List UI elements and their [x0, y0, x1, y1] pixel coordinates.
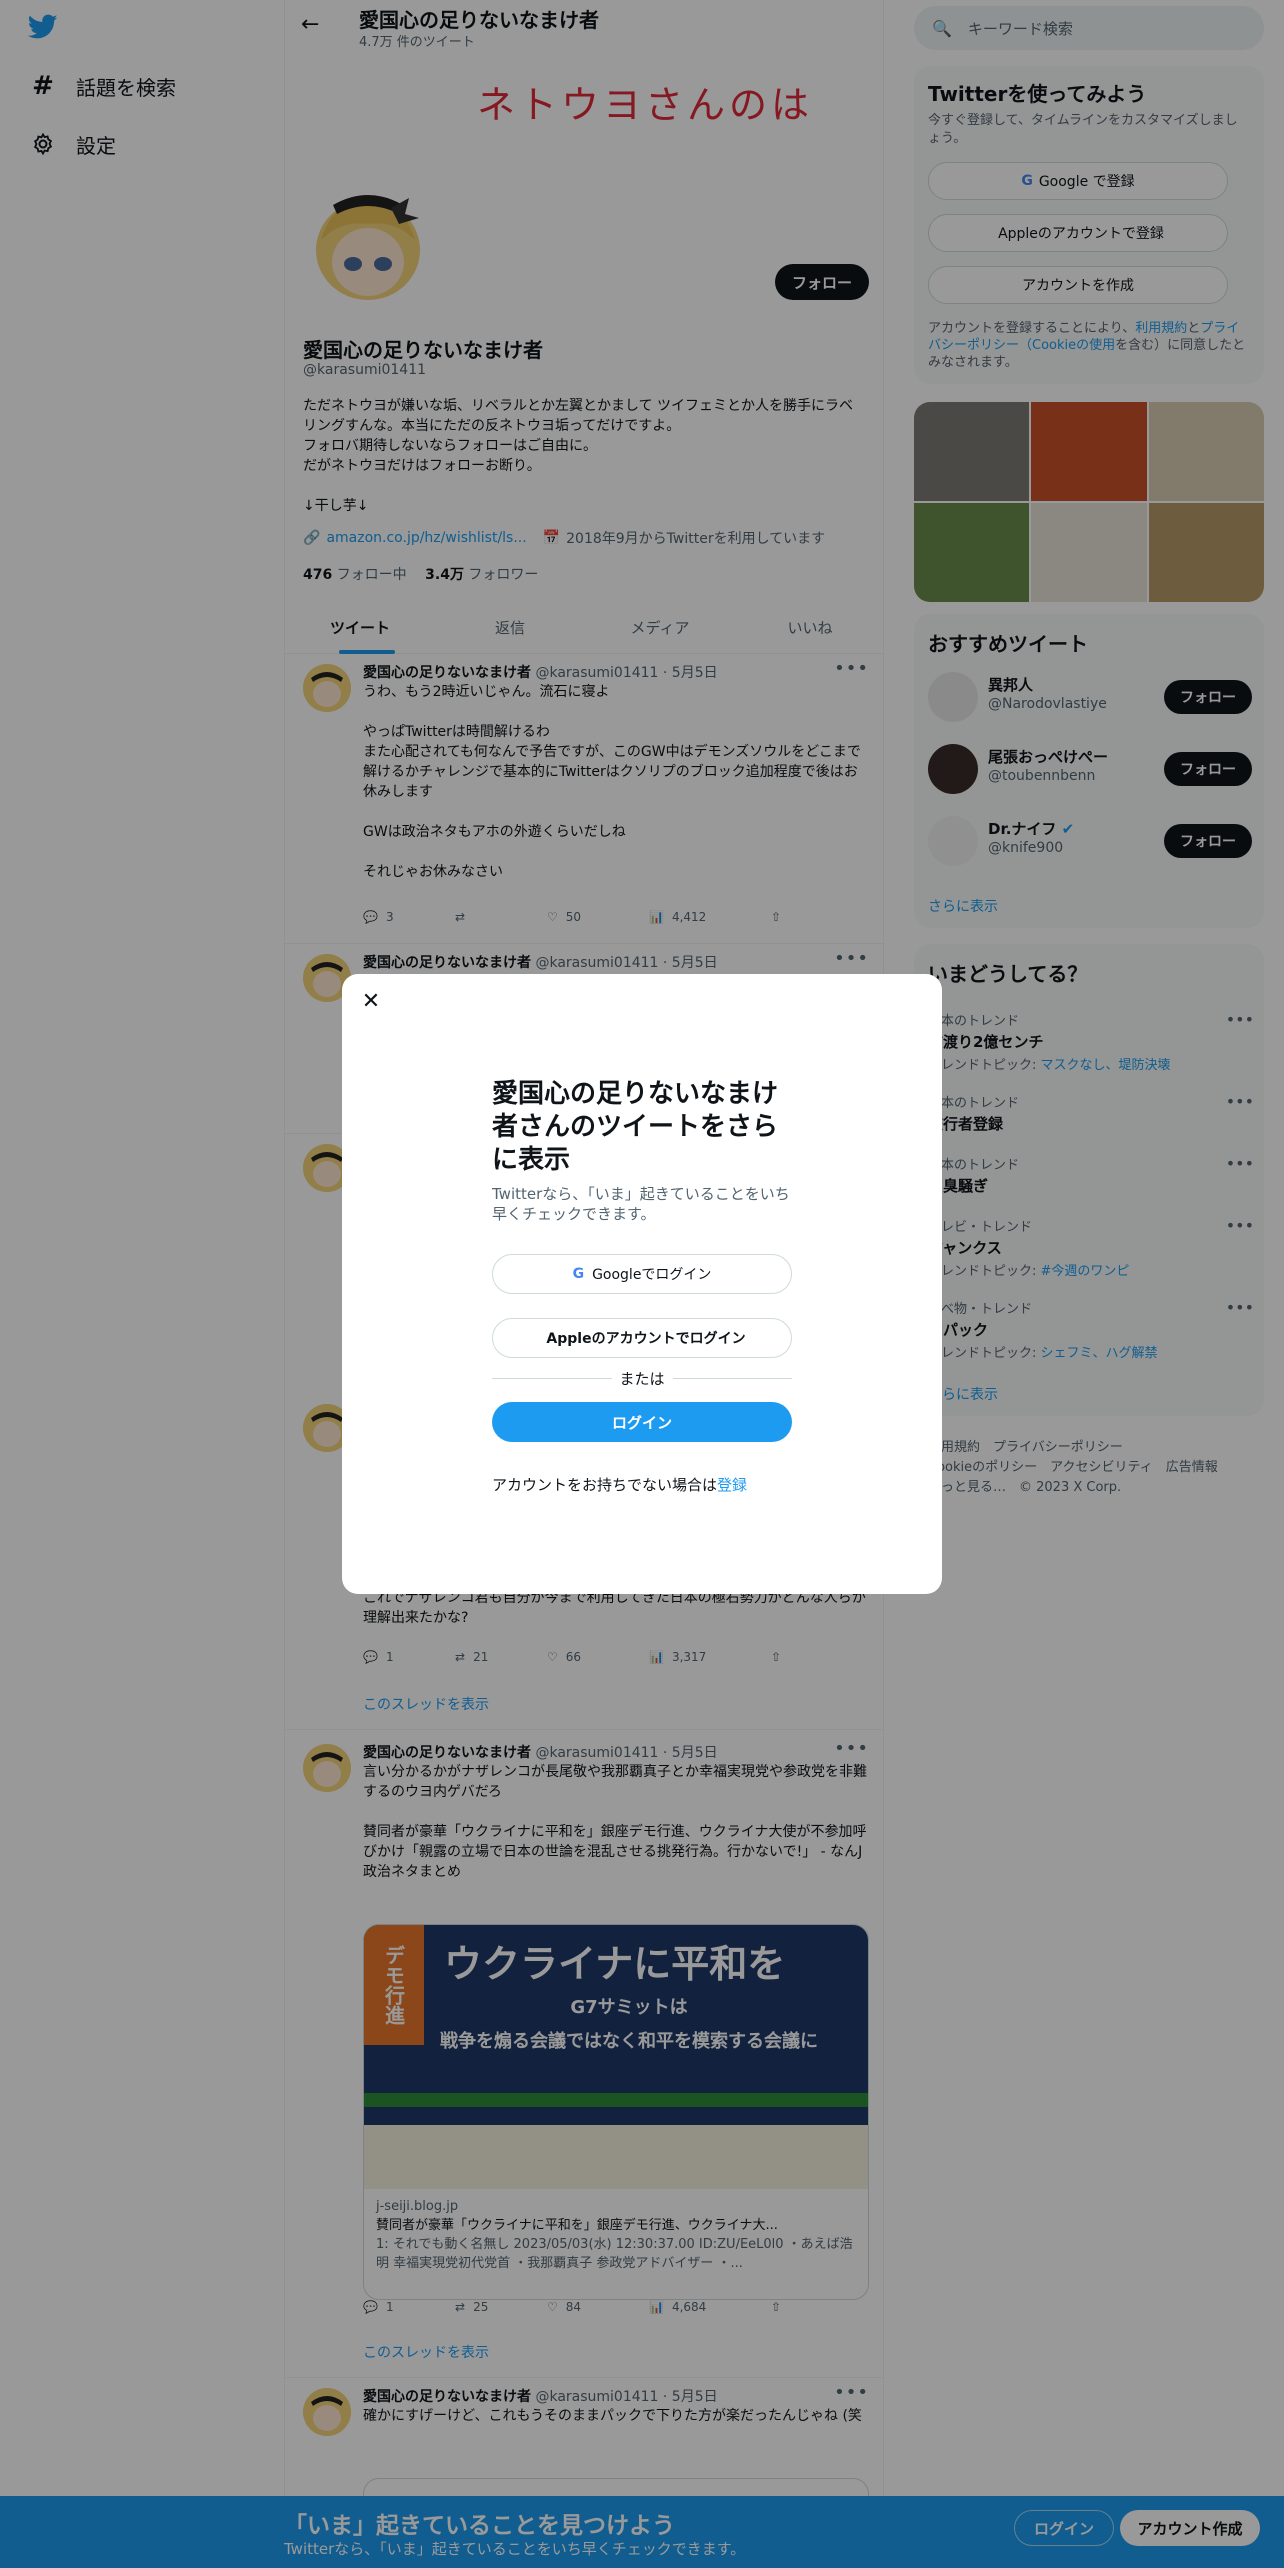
- divider-line: [672, 1377, 793, 1379]
- modal-title: 愛国心の足りないなまけ者さんのツイートをさらに表示: [492, 1079, 779, 1175]
- apple-login-button[interactable]: Appleのアカウントでログイン: [492, 1318, 792, 1358]
- login-button[interactable]: ログイン: [492, 1402, 792, 1442]
- or-divider: または: [492, 1368, 793, 1388]
- google-login-button[interactable]: G Googleでログイン: [492, 1254, 792, 1294]
- modal-subtitle: Twitterなら、「いま」起きていることをいち早くチェックできます。: [492, 1185, 790, 1223]
- divider-line: [492, 1377, 612, 1379]
- google-login-label: Googleでログイン: [592, 1267, 712, 1283]
- close-icon[interactable]: ✕: [356, 986, 386, 1016]
- apple-login-label: Appleのアカウントでログイン: [546, 1331, 746, 1347]
- google-icon: G: [572, 1266, 585, 1282]
- signup-link[interactable]: 登録: [717, 1476, 747, 1494]
- or-label: または: [619, 1369, 665, 1388]
- signup-prompt-text: アカウントをお持ちでない場合は: [492, 1476, 718, 1494]
- signup-prompt: アカウントをお持ちでない場合は登録: [492, 1474, 747, 1495]
- login-modal: ✕ 愛国心の足りないなまけ者さんのツイートをさらに表示 Twitterなら、「い…: [342, 974, 942, 1594]
